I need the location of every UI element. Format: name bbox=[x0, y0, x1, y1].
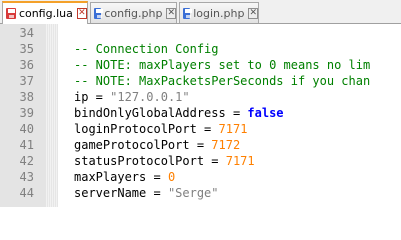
tab-label: config.php bbox=[104, 6, 163, 20]
code-text: -- NOTE: MaxPacketsPerSeconds if you cha… bbox=[74, 73, 370, 89]
code-line[interactable]: 37 -- NOTE: MaxPacketsPerSeconds if you c… bbox=[0, 73, 401, 89]
code-identifier: bindOnlyGlobalAddress bbox=[74, 106, 226, 120]
code-operator: = bbox=[189, 138, 212, 152]
code-operator: = bbox=[225, 106, 248, 120]
code-line[interactable]: 36 -- NOTE: maxPlayers set to 0 means no … bbox=[0, 57, 401, 73]
code-number: 0 bbox=[167, 170, 176, 184]
code-text: maxPlayers = 0 bbox=[74, 169, 175, 185]
line-number: 37 bbox=[19, 74, 34, 88]
code-comment: -- NOTE: maxPlayers set to 0 means no li… bbox=[74, 58, 371, 72]
line-number: 39 bbox=[19, 106, 34, 120]
code-identifier: maxPlayers bbox=[74, 170, 147, 184]
code-editor[interactable]: 34 35 -- Connection Config 36 -- NOTE: maxPl… bbox=[0, 24, 401, 207]
blue-disk-icon bbox=[94, 7, 104, 19]
close-icon[interactable]: ✕ bbox=[166, 7, 176, 19]
code-comment: -- NOTE: MaxPacketsPerSeconds if you cha… bbox=[74, 74, 371, 88]
line-number: 40 bbox=[19, 122, 34, 136]
line-number: 35 bbox=[19, 42, 34, 56]
close-icon[interactable]: ✕ bbox=[76, 8, 87, 19]
code-string: "127.0.0.1" bbox=[110, 90, 190, 104]
line-number: 41 bbox=[19, 138, 34, 152]
code-line[interactable]: 39 bindOnlyGlobalAddress = false bbox=[0, 105, 401, 121]
code-text: loginProtocolPort = 7171 bbox=[74, 121, 247, 137]
tab-login-php[interactable]: login.php ✕ bbox=[179, 2, 259, 23]
code-line[interactable]: 38 ip = "127.0.0.1" bbox=[0, 89, 401, 105]
code-operator: = bbox=[146, 186, 168, 200]
close-icon[interactable]: ✕ bbox=[248, 7, 258, 19]
code-identifier: gameProtocolPort bbox=[74, 138, 190, 152]
code-text: bindOnlyGlobalAddress = false bbox=[74, 105, 284, 121]
code-line[interactable]: 43 maxPlayers = 0 bbox=[0, 169, 401, 185]
code-line[interactable]: 42 statusProtocolPort = 7171 bbox=[0, 153, 401, 169]
red-disk-icon bbox=[6, 8, 16, 19]
code-operator: = bbox=[196, 122, 219, 136]
code-text: -- Connection Config bbox=[74, 41, 219, 57]
code-number: 7171 bbox=[225, 154, 255, 168]
code-line[interactable]: 34 bbox=[0, 25, 401, 41]
code-text: -- NOTE: maxPlayers set to 0 means no li… bbox=[74, 57, 370, 73]
line-number: 38 bbox=[19, 90, 34, 104]
code-number: 7172 bbox=[211, 138, 241, 152]
blue-disk-icon bbox=[183, 7, 193, 19]
code-keyword: false bbox=[247, 106, 284, 120]
line-number: 42 bbox=[19, 154, 34, 168]
code-line[interactable]: 41 gameProtocolPort = 7172 bbox=[0, 137, 401, 153]
line-number: 36 bbox=[19, 58, 34, 72]
code-number: 7171 bbox=[218, 122, 248, 136]
tab-label: config.lua bbox=[18, 7, 73, 20]
code-line[interactable]: 35 -- Connection Config bbox=[0, 41, 401, 57]
code-text: gameProtocolPort = 7172 bbox=[74, 137, 240, 153]
code-operator: = bbox=[146, 170, 168, 184]
tab-config-lua[interactable]: config.lua ✕ bbox=[2, 1, 88, 24]
line-number: 44 bbox=[19, 186, 34, 200]
tab-label: login.php bbox=[193, 6, 245, 20]
code-identifier: serverName bbox=[74, 186, 147, 200]
code-identifier: loginProtocolPort bbox=[74, 122, 197, 136]
code-line[interactable]: 40 loginProtocolPort = 7171 bbox=[0, 121, 401, 137]
code-identifier: ip bbox=[74, 90, 89, 104]
code-text: statusProtocolPort = 7171 bbox=[74, 153, 255, 169]
code-line[interactable]: 44 serverName = "Serge" bbox=[0, 185, 401, 201]
code-text: ip = "127.0.0.1" bbox=[74, 89, 190, 105]
code-identifier: statusProtocolPort bbox=[74, 154, 205, 168]
line-number: 34 bbox=[19, 26, 34, 40]
code-operator: = bbox=[204, 154, 226, 168]
tab-bar: config.lua ✕ config.php ✕ login.php ✕ bbox=[0, 0, 401, 24]
code-string: "Serge" bbox=[167, 186, 219, 200]
code-text: serverName = "Serge" bbox=[74, 185, 219, 201]
line-number: 43 bbox=[19, 170, 34, 184]
tab-config-php[interactable]: config.php ✕ bbox=[90, 2, 177, 23]
code-comment: -- Connection Config bbox=[74, 42, 219, 56]
code-operator: = bbox=[88, 90, 111, 104]
